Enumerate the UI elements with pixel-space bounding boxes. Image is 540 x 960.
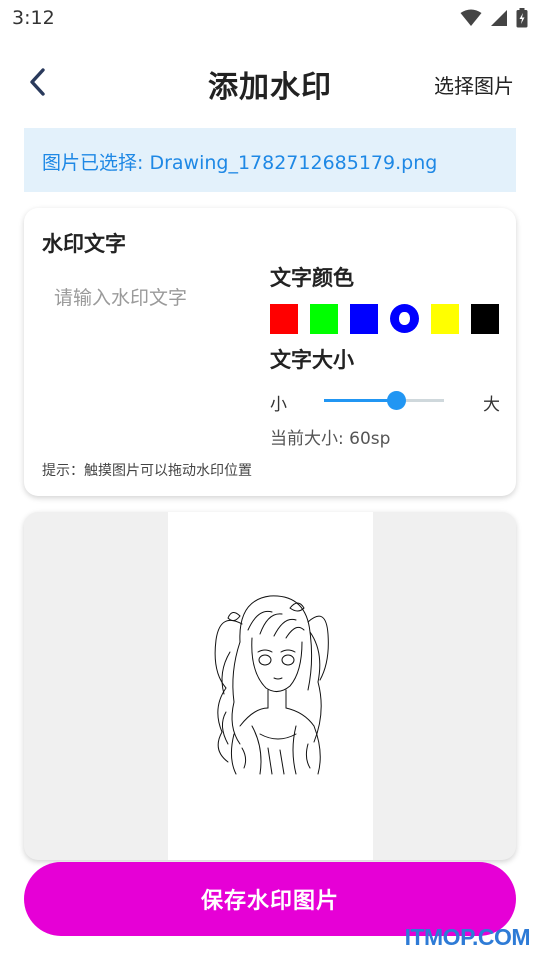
color-swatches <box>270 304 499 334</box>
drag-hint: 提示：触摸图片可以拖动水印位置 <box>42 463 252 479</box>
site-watermark-logo: ITMOP.COM <box>404 924 531 950</box>
size-slider-thumb[interactable] <box>387 391 406 410</box>
selected-file-banner: 图片已选择: Drawing_1782712685179.png <box>24 128 516 192</box>
status-icons <box>460 8 528 28</box>
status-time: 3:12 <box>12 7 55 29</box>
image-preview-card <box>24 512 516 860</box>
status-bar: 3:12 <box>0 0 540 36</box>
color-swatch-yellow[interactable] <box>431 304 459 334</box>
size-slider[interactable] <box>324 391 444 410</box>
color-swatch-green[interactable] <box>310 304 338 334</box>
size-slider-row: 小 大 <box>270 388 500 415</box>
color-swatch-black[interactable] <box>471 304 499 334</box>
app-bar: 添加水印 选择图片 <box>0 48 540 118</box>
select-image-button[interactable]: 选择图片 <box>434 70 514 99</box>
color-swatch-blue-selected[interactable] <box>390 304 419 333</box>
wifi-icon <box>460 9 482 26</box>
watermark-text-title: 水印文字 <box>42 232 126 256</box>
color-swatch-blue[interactable] <box>350 304 378 334</box>
current-size-text: 当前大小: 60sp <box>270 429 391 449</box>
text-size-title: 文字大小 <box>270 348 354 372</box>
size-slider-fill <box>324 399 396 402</box>
size-max-label: 大 <box>483 395 500 415</box>
size-min-label: 小 <box>270 395 287 415</box>
signal-icon <box>491 10 507 26</box>
selected-indicator <box>399 312 410 325</box>
watermark-settings-card: 水印文字 文字颜色 文字大小 小 大 当前大小: 60sp 提示：触摸图片可以拖… <box>24 208 516 496</box>
color-swatch-red[interactable] <box>270 304 298 334</box>
battery-icon <box>516 8 528 28</box>
text-color-title: 文字颜色 <box>270 266 354 290</box>
sketch-image <box>214 595 329 775</box>
watermark-text-input[interactable] <box>42 278 242 318</box>
preview-image[interactable] <box>168 512 373 860</box>
